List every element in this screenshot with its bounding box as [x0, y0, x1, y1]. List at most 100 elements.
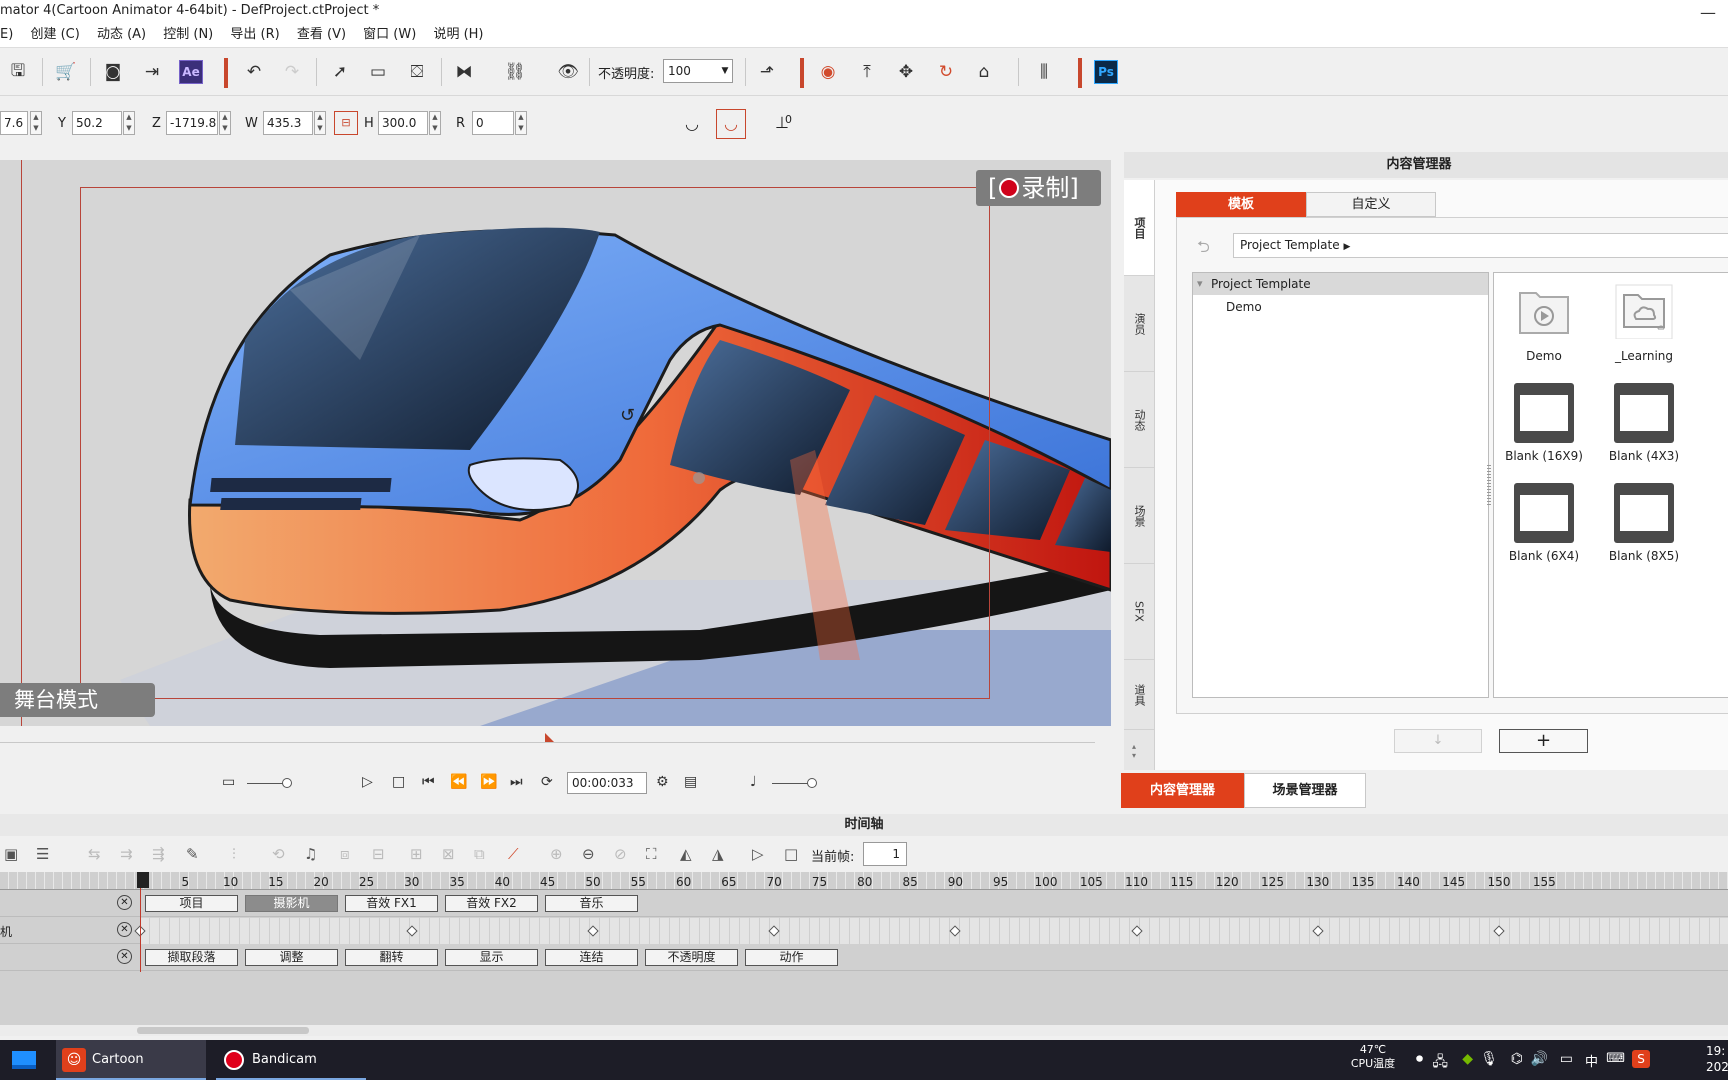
track-button[interactable]: 音效 FX1 [345, 895, 438, 912]
apply-button[interactable]: ↓ [1394, 729, 1482, 753]
y-spinner[interactable]: ▲ ▼ [123, 111, 135, 135]
volume-slider[interactable] [772, 783, 812, 784]
r-spinner[interactable]: ▲ ▼ [515, 111, 527, 135]
redo-icon[interactable]: ↷ [280, 60, 304, 84]
next-frame-icon[interactable]: ⏩ [480, 774, 497, 790]
pivot-up-icon[interactable]: ⤒ [855, 60, 879, 84]
tab-props[interactable]: 道具 [1124, 660, 1154, 730]
camera-eye-icon[interactable]: ◉ [816, 60, 840, 84]
frame-ruler[interactable]: 5 10 15 20 25 30 35 40 45 50 55 60 65 70 75 80 85 90 95 100… [0, 872, 1728, 890]
keyframe[interactable] [1130, 925, 1143, 937]
zoom-out-icon[interactable]: ⊖ [582, 845, 595, 863]
merge-icon[interactable]: ⊟ [372, 845, 385, 863]
import-icon[interactable]: ⇥ [140, 60, 164, 84]
stop-icon[interactable]: □ [392, 774, 405, 790]
track-button[interactable]: 不透明度 [645, 949, 738, 966]
key-delete-icon[interactable]: ⇶ [152, 845, 165, 863]
key-prev-icon[interactable]: ⇆ [88, 845, 101, 863]
track-button[interactable]: 项目 [145, 895, 238, 912]
menu-export[interactable]: 导出 (R) [230, 22, 279, 48]
timeline-stop-icon[interactable]: □ [784, 845, 798, 863]
lock-ratio-icon[interactable]: ⊟ [334, 111, 358, 135]
taskbar-app-cartoon-animator[interactable]: ☺ Cartoon Animato... [56, 1040, 206, 1080]
zoom-in-icon[interactable]: ⊕ [550, 845, 563, 863]
close-track-icon[interactable]: ✕ [117, 922, 132, 937]
w-input[interactable]: 435.3 [263, 111, 313, 135]
timeline-play-icon[interactable]: ▷ [752, 845, 764, 863]
r-input[interactable]: 0 [472, 111, 514, 135]
rotate-icon[interactable]: ↻ [934, 60, 958, 84]
keyframe[interactable] [1493, 925, 1505, 937]
subtitle-icon[interactable]: ▭ [222, 774, 235, 790]
edit-icon[interactable]: ✎ [186, 845, 199, 863]
x-input[interactable]: 7.6 [0, 111, 28, 135]
tab-actor[interactable]: 演员 [1124, 276, 1154, 372]
network-tray-icon[interactable]: 🖧 [1432, 1051, 1448, 1075]
close-track-icon[interactable]: ✕ [117, 949, 132, 964]
taskbar-app-bandicam[interactable]: Bandicam [216, 1040, 366, 1080]
track-list-icon[interactable]: ▣ [4, 845, 18, 863]
track-button[interactable]: 摄影机 [245, 895, 338, 912]
prev-frame-icon[interactable]: ⏪ [450, 774, 467, 790]
ime-indicator[interactable]: 中 [1585, 1051, 1598, 1070]
bake-icon[interactable]: ⧉ [474, 845, 485, 863]
zoom-slider[interactable] [247, 783, 287, 784]
record-tray-icon[interactable]: ⏺ [1416, 1051, 1423, 1067]
z-input[interactable]: -1719.8 [166, 111, 218, 135]
back-icon[interactable]: ⮌ [1197, 236, 1210, 263]
keyframe[interactable] [949, 925, 962, 937]
move-icon[interactable]: ✥ [894, 60, 918, 84]
sogou-tray-icon[interactable]: S [1632, 1050, 1650, 1068]
remove-icon[interactable]: ⊠ [442, 845, 455, 863]
page-icon[interactable]: ▭ [366, 60, 390, 84]
preview-icon[interactable]: ◙ [101, 60, 125, 84]
tab-scene-manager[interactable]: 场景管理器 [1244, 773, 1366, 808]
menu-help[interactable]: 说明 (H) [433, 22, 483, 48]
tab-motion[interactable]: 动态 [1124, 372, 1154, 468]
template-item-blank-6x4[interactable]: Blank (6X4) [1499, 483, 1589, 563]
undo-icon[interactable]: ↶ [242, 60, 266, 84]
ime-mode-icon[interactable]: ⌨ [1606, 1051, 1625, 1066]
menu-control[interactable]: 控制 (N) [163, 22, 213, 48]
track-button[interactable]: 音乐 [545, 895, 638, 912]
keyframe[interactable] [587, 925, 599, 937]
playhead-handle[interactable] [137, 872, 149, 888]
track-button[interactable]: 连结 [545, 949, 638, 966]
tab-custom[interactable]: 自定义 [1306, 192, 1436, 217]
close-track-icon[interactable]: ✕ [117, 895, 132, 910]
z-spinner[interactable]: ▲ ▼ [219, 111, 231, 135]
track-button[interactable]: 动作 [745, 949, 838, 966]
keyframe[interactable] [1312, 925, 1324, 937]
h-input[interactable]: 300.0 [378, 111, 428, 135]
menu-create[interactable]: 创建 (C) [30, 22, 79, 48]
tab-project[interactable]: 项目 [1124, 180, 1154, 276]
align-icon[interactable]: ⫼ [1032, 60, 1056, 84]
layer-icon[interactable]: ☰ [36, 845, 49, 863]
tab-sfx[interactable]: SFX [1124, 564, 1154, 660]
current-frame-input[interactable]: 1 [863, 842, 907, 866]
flip-icon[interactable]: ⧓ [452, 60, 476, 84]
speaker-tray-icon[interactable]: 🔊 [1531, 1051, 1548, 1067]
range-start-icon[interactable]: ◭ [680, 845, 692, 863]
y-input[interactable]: 50.2 [72, 111, 122, 135]
flatten-icon[interactable]: ⟋ [508, 845, 519, 863]
play-icon[interactable]: ▷ [362, 774, 373, 790]
scrub-marker-icon[interactable] [545, 733, 554, 742]
select-arrow-icon[interactable]: ➚ [328, 60, 352, 84]
timecode-input[interactable]: 00:00:033 [567, 772, 647, 794]
template-item-blank-4x3[interactable]: Blank (4X3) [1599, 383, 1689, 463]
settings-icon[interactable]: ⚙ [656, 774, 669, 790]
track-button[interactable]: 撷取段落 [145, 949, 238, 966]
music-note-icon[interactable]: ♫ [304, 845, 317, 863]
range-end-icon[interactable]: ◮ [712, 845, 724, 863]
align-keys-icon[interactable]: ⫶ [232, 845, 236, 863]
track-button[interactable]: 调整 [245, 949, 338, 966]
minimize-icon[interactable]: — [1700, 2, 1716, 24]
save-icon[interactable]: 🖫 [6, 60, 30, 84]
add-button[interactable]: + [1499, 729, 1588, 753]
loop-key-icon[interactable]: ⟲ [272, 845, 285, 863]
after-effects-icon[interactable]: Ae [179, 60, 203, 84]
menu-view[interactable]: 查看 (V) [297, 22, 346, 48]
menu-edit[interactable]: E) [0, 22, 13, 48]
template-item-blank-16x9[interactable]: Blank (16X9) [1499, 383, 1589, 463]
